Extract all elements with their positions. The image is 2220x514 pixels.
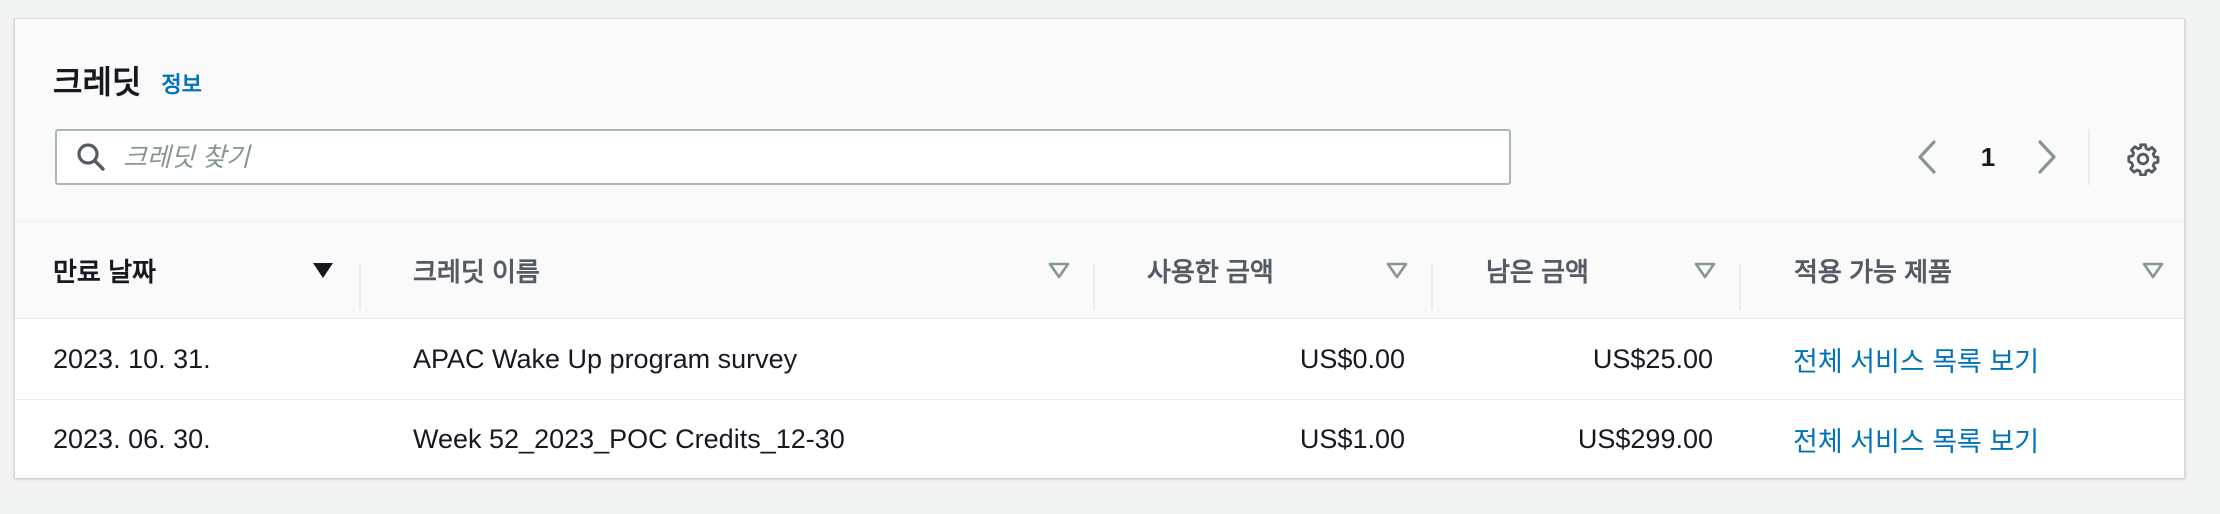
view-all-services-link[interactable]: 전체 서비스 목록 보기: [1793, 319, 2039, 399]
search-icon: [73, 139, 109, 175]
caret-down-filled-icon[interactable]: [311, 258, 335, 282]
panel-header: 크레딧 정보 1: [15, 19, 2184, 222]
table-row: 2023. 06. 30. Week 52_2023_POC Credits_1…: [15, 400, 2184, 478]
settings-button[interactable]: [2123, 139, 2163, 179]
column-resize-handle[interactable]: [359, 264, 361, 310]
cell-credit-name: Week 52_2023_POC Credits_12-30: [413, 423, 845, 454]
column-label: 적용 가능 제품: [1794, 256, 1952, 287]
cell-amount-remaining: US$25.00: [1592, 343, 1713, 374]
search-box[interactable]: [55, 129, 1511, 185]
cell-amount-used: US$1.00: [1299, 423, 1405, 454]
column-header-expiration-date[interactable]: 만료 날짜: [53, 222, 156, 318]
column-resize-handle[interactable]: [1093, 264, 1095, 310]
toolbar-divider: [2088, 129, 2090, 185]
column-header-applicable-products[interactable]: 적용 가능 제품: [1794, 222, 1952, 318]
gear-icon: [2127, 143, 2160, 176]
column-label: 크레딧 이름: [413, 256, 540, 287]
column-label: 사용한 금액: [1147, 256, 1274, 287]
next-page-button[interactable]: [2027, 131, 2067, 183]
table-row: 2023. 10. 31. APAC Wake Up program surve…: [15, 319, 2184, 400]
cell-amount-used: US$0.00: [1299, 343, 1405, 374]
caret-down-outline-icon[interactable]: [1693, 258, 1717, 282]
current-page-number[interactable]: 1: [1973, 131, 2003, 183]
column-header-amount-remaining[interactable]: 남은 금액: [1486, 222, 1589, 318]
chevron-right-icon: [2038, 140, 2056, 174]
cell-expiration-date: 2023. 06. 30.: [53, 423, 211, 454]
cell-amount-remaining: US$299.00: [1577, 423, 1713, 454]
previous-page-button[interactable]: [1907, 131, 1947, 183]
page-title: 크레딧: [53, 64, 142, 100]
column-header-amount-used[interactable]: 사용한 금액: [1147, 222, 1274, 318]
cell-credit-name: APAC Wake Up program survey: [413, 343, 798, 374]
title-row: 크레딧 정보: [53, 57, 202, 103]
column-resize-handle[interactable]: [1431, 264, 1433, 310]
table-header: 만료 날짜 크레딧 이름 사용한 금액 남은 금액 적용 가능 제품: [15, 222, 2184, 319]
caret-down-outline-icon[interactable]: [2141, 258, 2165, 282]
column-label: 남은 금액: [1486, 256, 1589, 287]
chevron-left-icon: [1918, 140, 1936, 174]
caret-down-outline-icon[interactable]: [1385, 258, 1409, 282]
search-input[interactable]: [121, 130, 1509, 184]
info-link[interactable]: 정보: [161, 67, 201, 99]
cell-expiration-date: 2023. 10. 31.: [53, 343, 211, 374]
column-header-credit-name[interactable]: 크레딧 이름: [413, 222, 540, 318]
caret-down-outline-icon[interactable]: [1047, 258, 1071, 282]
view-all-services-link[interactable]: 전체 서비스 목록 보기: [1793, 400, 2039, 478]
column-label: 만료 날짜: [53, 256, 156, 287]
column-resize-handle[interactable]: [1739, 264, 1741, 310]
credits-panel: 크레딧 정보 1: [14, 18, 2185, 478]
